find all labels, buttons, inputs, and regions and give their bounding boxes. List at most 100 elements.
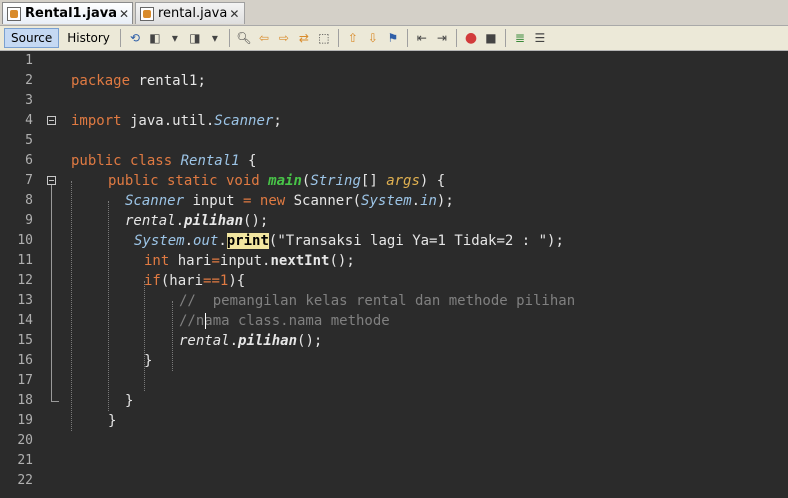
class-name: rental — [125, 213, 176, 229]
back-icon[interactable]: ◧ — [146, 29, 164, 47]
stop-macro-recording-icon[interactable]: ■ — [482, 29, 500, 47]
code-text: . — [218, 233, 227, 249]
code-line-13: // pemangilan kelas rental dan methode p… — [179, 293, 576, 309]
class-name: System — [361, 193, 412, 209]
code-line-4: import java.util.Scanner; — [71, 111, 282, 131]
code-text: . — [184, 233, 194, 249]
keyword: public static void — [108, 173, 260, 189]
code-editor[interactable]: package rental1; import java.util.Scanne… — [66, 51, 788, 498]
code-text: [] — [360, 173, 387, 189]
line-number: 11 — [17, 253, 33, 268]
code-text: (); — [243, 213, 269, 229]
start-macro-recording-icon[interactable]: ● — [462, 29, 480, 47]
code-line-10: System.out.print("Transaksi lagi Ya=1 Ti… — [134, 231, 564, 251]
code-line-15: rental.pilihan(); — [179, 331, 322, 351]
type-name: Scanner — [125, 193, 185, 209]
code-text: ){ — [228, 273, 246, 289]
toolbar-separator — [455, 29, 457, 47]
indent-guide — [108, 201, 110, 411]
keyword: if — [144, 273, 161, 289]
close-icon[interactable]: ✕ — [227, 7, 241, 21]
code-text: ); — [436, 193, 454, 209]
code-text: . — [411, 193, 421, 209]
toolbar-separator — [504, 29, 506, 47]
line-number: 20 — [17, 433, 33, 448]
code-line-11: int hari=input.nextInt(); — [144, 251, 355, 271]
indent-guide — [172, 301, 174, 371]
method-call: pilihan — [184, 213, 244, 229]
tab-rental-java[interactable]: rental.java ✕ — [135, 2, 245, 24]
forward-dropdown-icon[interactable]: ▾ — [206, 29, 224, 47]
line-number: 19 — [17, 413, 33, 428]
toolbar-separator — [119, 29, 121, 47]
code-line-18: } — [125, 393, 134, 409]
line-number: 2 — [25, 73, 33, 88]
forward-icon[interactable]: ◨ — [186, 29, 204, 47]
code-text: hari — [169, 253, 212, 269]
line-number: 8 — [25, 193, 33, 208]
find-previous-icon[interactable]: ⇦ — [255, 29, 273, 47]
code-line-14: //nama class.nama methode — [179, 313, 390, 329]
code-text: rental1; — [130, 73, 206, 89]
previous-bookmark-icon[interactable]: ⇧ — [344, 29, 362, 47]
fold-end-marker — [51, 401, 59, 402]
line-number: 3 — [25, 93, 33, 108]
toolbar-separator — [406, 29, 408, 47]
toolbar-separator — [337, 29, 339, 47]
shift-right-icon[interactable]: ⇥ — [433, 29, 451, 47]
code-line-8: Scanner input = new Scanner(System.in); — [125, 191, 454, 211]
editor-toolbar: Source History ⟲ ◧ ▾ ◨ ▾ 🔍︎ ⇦ ⇨ ⇄ ⬚ ⇧ ⇩ … — [0, 26, 788, 51]
fold-collapse-icon[interactable] — [47, 176, 56, 185]
method-name: main — [268, 173, 302, 189]
line-number: 5 — [25, 133, 33, 148]
code-text: ; — [273, 113, 282, 129]
code-text: { — [239, 153, 257, 169]
source-button[interactable]: Source — [4, 28, 60, 48]
line-number: 17 — [17, 373, 33, 388]
toggle-bookmark-icon[interactable]: ⚑ — [384, 29, 402, 47]
uncomment-icon[interactable]: ☰ — [531, 29, 549, 47]
code-text: input — [184, 193, 244, 209]
highlighted-method-call: print — [226, 233, 269, 249]
code-text: (hari — [160, 273, 204, 289]
last-edit-icon[interactable]: ⟲ — [126, 29, 144, 47]
line-number: 9 — [25, 213, 33, 228]
toggle-highlight-icon[interactable]: ⬚ — [315, 29, 333, 47]
operator: == — [203, 273, 220, 289]
code-line-7: public static void main(String[] args) { — [108, 171, 445, 191]
line-number: 15 — [17, 333, 33, 348]
indent-guide — [144, 281, 146, 391]
line-number: 6 — [25, 153, 33, 168]
fold-collapse-icon[interactable] — [47, 116, 56, 125]
back-dropdown-icon[interactable]: ▾ — [166, 29, 184, 47]
tab-label: rental.java — [158, 6, 228, 21]
line-number: 10 — [17, 233, 33, 248]
find-next-icon[interactable]: ⇨ — [275, 29, 293, 47]
code-line-19: } — [108, 413, 117, 429]
operator: = — [211, 253, 220, 269]
code-text: (); — [297, 333, 323, 349]
shift-left-icon[interactable]: ⇤ — [413, 29, 431, 47]
line-number: 16 — [17, 353, 33, 368]
search-icon[interactable]: 🔍︎ — [235, 29, 253, 47]
keyword: import — [71, 113, 122, 129]
find-selection-icon[interactable]: ⇄ — [295, 29, 313, 47]
comment-icon[interactable]: ≣ — [511, 29, 529, 47]
tab-rental1-java[interactable]: Rental1.java ✕ — [2, 2, 133, 24]
class-name: rental — [179, 333, 230, 349]
history-button[interactable]: History — [61, 28, 116, 48]
code-line-12: if(hari==1){ — [144, 271, 245, 291]
code-text: Scanner( — [285, 193, 362, 209]
line-number-gutter: 1 2 3 4 5 6 7 8 9 10 11 12 13 14 15 16 1… — [0, 51, 66, 498]
close-icon[interactable]: ✕ — [117, 7, 131, 21]
code-text: (); — [329, 253, 355, 269]
field-name: in — [420, 193, 437, 209]
class-name: System — [134, 233, 185, 249]
java-file-icon — [140, 6, 154, 21]
code-text: . — [175, 213, 185, 229]
line-number: 7 — [25, 173, 33, 188]
code-line-6: public class Rental1 { — [71, 151, 256, 171]
code-text: java.util. — [121, 113, 215, 129]
next-bookmark-icon[interactable]: ⇩ — [364, 29, 382, 47]
java-file-icon — [7, 6, 21, 21]
